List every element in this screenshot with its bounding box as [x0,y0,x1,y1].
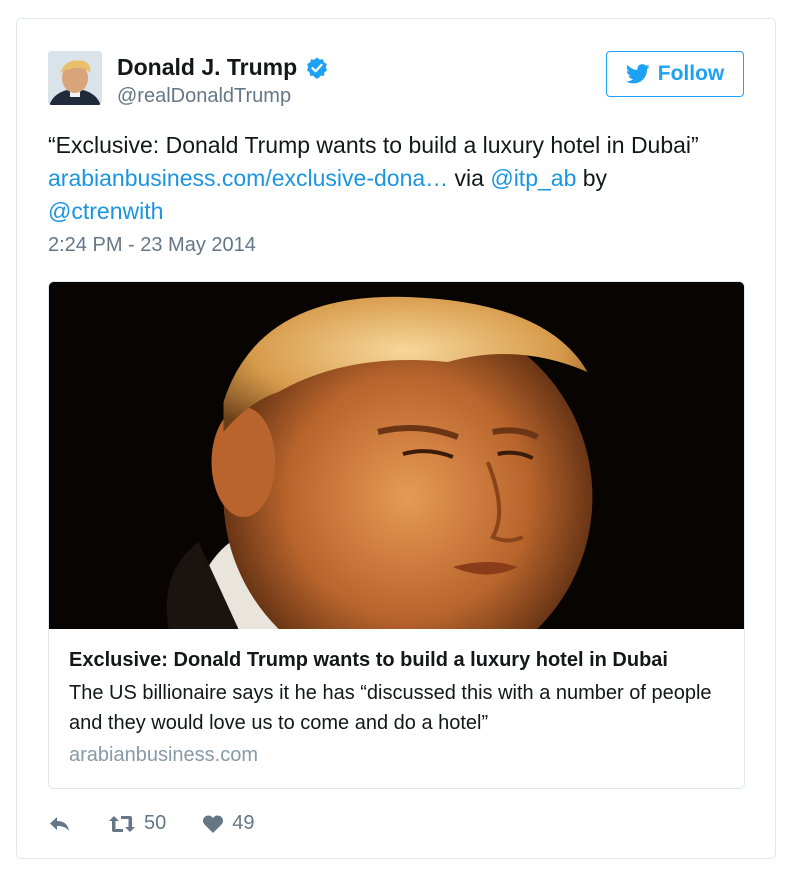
card-description: The US billionaire says it he has “discu… [69,682,712,734]
reply-icon [50,816,69,831]
card-domain: arabianbusiness.com [69,744,258,766]
tweet-card: Donald J. Trump @realDonaldTrump Follow … [16,18,776,859]
display-name[interactable]: Donald J. Trump [117,54,297,81]
like-count: 49 [232,812,255,834]
via-handle-link[interactable]: @itp_ab [490,165,576,191]
follow-button[interactable]: Follow [606,51,744,97]
card-image [49,282,744,629]
link-preview-card[interactable]: Exclusive: Donald Trump wants to build a… [48,281,745,789]
retweet-icon [109,815,135,832]
like-button[interactable]: 49 [202,812,255,835]
by-handle-link[interactable]: @ctrenwith [48,198,163,224]
article-link[interactable]: arabianbusiness.com/exclusive-dona… [48,165,448,191]
twitter-bird-icon [625,64,650,84]
tweet-actions: 50 49 [48,812,291,835]
by-text: by [582,165,608,191]
follow-label: Follow [657,62,725,85]
tweet-timestamp[interactable]: 2:24 PM - 23 May 2014 [48,234,256,257]
verified-icon [307,57,328,78]
via-text: via [454,165,484,191]
reply-button[interactable] [48,814,72,834]
card-body: Exclusive: Donald Trump wants to build a… [49,649,744,767]
user-handle[interactable]: @realDonaldTrump [117,85,291,108]
heart-icon [203,815,224,833]
retweet-count: 50 [144,812,167,834]
avatar[interactable] [48,51,102,105]
retweet-button[interactable]: 50 [108,812,166,835]
card-title: Exclusive: Donald Trump wants to build a… [69,649,668,671]
tweet-text: “Exclusive: Donald Trump wants to build … [48,129,748,228]
author-name-row[interactable]: Donald J. Trump [117,54,329,81]
tweet-quote: “Exclusive: Donald Trump wants to build … [48,132,699,158]
